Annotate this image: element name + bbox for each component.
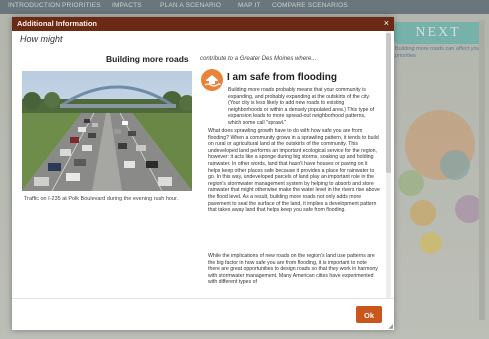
dialog-content: How might Building more roads contribute… <box>12 31 394 298</box>
dialog-titlebar: Additional Information × <box>12 17 394 31</box>
paragraph-2: What does sprawling growth have to do wi… <box>208 128 380 214</box>
paragraph-3: While the implications of new roads on t… <box>208 253 378 286</box>
ok-button[interactable]: Ok <box>356 306 382 323</box>
topic-heading: Building more roads <box>106 54 189 64</box>
subheading: I am safe from flooding <box>227 72 338 83</box>
intro-text: How might <box>20 34 63 44</box>
resize-grip-icon[interactable]: ◢ <box>388 323 393 330</box>
close-icon[interactable]: × <box>384 18 389 28</box>
dialog-footer: Ok ◢ <box>12 298 394 331</box>
dialog-title: Additional Information <box>17 19 97 28</box>
highway-traffic-photo <box>22 71 192 191</box>
contribute-text: contribute to a Greater Des Moines where… <box>200 56 317 62</box>
paragraph-1: Building more roads probably means that … <box>228 87 375 126</box>
photo-caption: Traffic on I-235 at Polk Boulevard durin… <box>24 196 179 202</box>
additional-information-dialog: Additional Information × How might Build… <box>12 17 394 330</box>
dialog-scrollbar-thumb[interactable] <box>386 33 391 173</box>
flood-safety-icon <box>201 69 223 91</box>
